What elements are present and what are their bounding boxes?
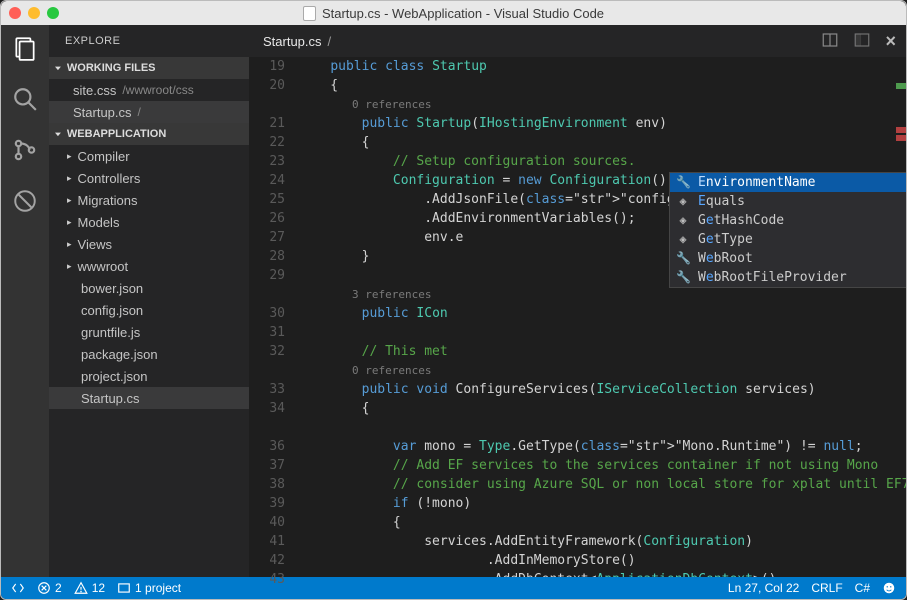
explorer-icon[interactable] bbox=[12, 35, 38, 64]
status-project[interactable]: 1 project bbox=[117, 581, 181, 595]
folder-item[interactable]: ▸Views bbox=[49, 233, 249, 255]
project-header[interactable]: ▼ WEBAPPLICATION bbox=[49, 123, 249, 145]
debug-icon[interactable] bbox=[12, 188, 38, 217]
split-editor-icon[interactable] bbox=[821, 31, 839, 52]
code-lines[interactable]: public class Startup { 0 references publ… bbox=[299, 57, 906, 577]
suggest-label: GetType bbox=[698, 230, 753, 249]
suggest-widget[interactable]: 🔧 EnvironmentName EnvironmentName ◈ Equa… bbox=[669, 172, 907, 288]
suggest-item[interactable]: 🔧 WebRootFileProvider bbox=[670, 268, 907, 287]
document-icon bbox=[303, 6, 316, 21]
suggest-label: WebRoot bbox=[698, 249, 753, 268]
file-item[interactable]: gruntfile.js bbox=[49, 321, 249, 343]
activity-bar bbox=[1, 25, 49, 577]
suggest-label: EnvironmentName bbox=[698, 173, 815, 192]
status-eol[interactable]: CRLF bbox=[811, 581, 842, 595]
suggest-label: GetHashCode bbox=[698, 211, 784, 230]
file-item[interactable]: Startup.cs bbox=[49, 387, 249, 409]
folder-item[interactable]: ▸wwwroot bbox=[49, 255, 249, 277]
suggest-item[interactable]: 🔧 EnvironmentName EnvironmentName bbox=[670, 173, 907, 192]
status-cursor[interactable]: Ln 27, Col 22 bbox=[728, 581, 799, 595]
status-language[interactable]: C# bbox=[855, 581, 870, 595]
editor-actions: × bbox=[821, 31, 896, 52]
tab-bar: Startup.cs / × bbox=[249, 25, 906, 57]
suggest-label: WebRootFileProvider bbox=[698, 268, 847, 287]
source-control-icon[interactable] bbox=[12, 137, 38, 166]
suggest-item[interactable]: ◈ GetType bbox=[670, 230, 907, 249]
minimap-marker bbox=[896, 135, 906, 141]
wrench-icon: 🔧 bbox=[676, 173, 690, 192]
zoom-window-icon[interactable] bbox=[47, 7, 59, 19]
status-bar: 2 12 1 project Ln 27, Col 22 CRLF C# bbox=[1, 577, 906, 599]
chevron-down-icon: ▼ bbox=[53, 131, 63, 138]
suggest-label: Equals bbox=[698, 192, 745, 211]
folder-item[interactable]: ▸Models bbox=[49, 211, 249, 233]
chevron-right-icon: ▸ bbox=[67, 261, 72, 272]
tab-startup[interactable]: Startup.cs / bbox=[249, 25, 331, 57]
file-item[interactable]: bower.json bbox=[49, 277, 249, 299]
line-gutter: 1920 212223242526272829 303132 3334 3637… bbox=[249, 57, 299, 577]
close-window-icon[interactable] bbox=[9, 7, 21, 19]
workbench: EXPLORE ▼ WORKING FILES site.css /wwwroo… bbox=[1, 25, 906, 577]
close-editor-icon[interactable]: × bbox=[885, 31, 896, 52]
suggest-item[interactable]: ◈ Equals bbox=[670, 192, 907, 211]
cube-icon: ◈ bbox=[676, 230, 690, 249]
chevron-right-icon: ▸ bbox=[67, 195, 72, 206]
editor: Startup.cs / × 1920 212223242526272829 3… bbox=[249, 25, 906, 577]
wrench-icon: 🔧 bbox=[676, 249, 690, 268]
working-file[interactable]: site.css /wwwroot/css bbox=[49, 79, 249, 101]
wrench-icon: 🔧 bbox=[676, 268, 690, 287]
file-item[interactable]: package.json bbox=[49, 343, 249, 365]
cube-icon: ◈ bbox=[676, 192, 690, 211]
minimize-window-icon[interactable] bbox=[28, 7, 40, 19]
window-title-text: Startup.cs - WebApplication - Visual Stu… bbox=[322, 6, 604, 21]
window: Startup.cs - WebApplication - Visual Stu… bbox=[0, 0, 907, 600]
suggest-item[interactable]: 🔧 WebRoot bbox=[670, 249, 907, 268]
file-item[interactable]: config.json bbox=[49, 299, 249, 321]
sidebar-title: EXPLORE bbox=[49, 25, 249, 57]
search-icon[interactable] bbox=[12, 86, 38, 115]
folder-item[interactable]: ▸Compiler bbox=[49, 145, 249, 167]
code-editor[interactable]: 1920 212223242526272829 303132 3334 3637… bbox=[249, 57, 906, 577]
minimap[interactable] bbox=[892, 57, 906, 577]
file-item[interactable]: project.json bbox=[49, 365, 249, 387]
working-files-header[interactable]: ▼ WORKING FILES bbox=[49, 57, 249, 79]
feedback-icon[interactable] bbox=[882, 581, 896, 595]
chevron-right-icon: ▸ bbox=[67, 173, 72, 184]
status-remote-icon[interactable] bbox=[11, 581, 25, 595]
chevron-down-icon: ▼ bbox=[53, 65, 63, 72]
minimap-marker bbox=[896, 127, 906, 133]
status-errors[interactable]: 2 bbox=[37, 581, 62, 595]
suggest-item[interactable]: ◈ GetHashCode bbox=[670, 211, 907, 230]
minimap-marker bbox=[896, 83, 906, 89]
sidebar: EXPLORE ▼ WORKING FILES site.css /wwwroo… bbox=[49, 25, 249, 577]
folder-item[interactable]: ▸Controllers bbox=[49, 167, 249, 189]
chevron-right-icon: ▸ bbox=[67, 217, 72, 228]
chevron-right-icon: ▸ bbox=[67, 239, 72, 250]
titlebar: Startup.cs - WebApplication - Visual Stu… bbox=[1, 1, 906, 25]
status-warnings[interactable]: 12 bbox=[74, 581, 105, 595]
window-title: Startup.cs - WebApplication - Visual Stu… bbox=[303, 6, 604, 21]
cube-icon: ◈ bbox=[676, 211, 690, 230]
folder-item[interactable]: ▸Migrations bbox=[49, 189, 249, 211]
toggle-panel-icon[interactable] bbox=[853, 31, 871, 52]
window-controls bbox=[9, 7, 59, 19]
working-file[interactable]: Startup.cs / bbox=[49, 101, 249, 123]
chevron-right-icon: ▸ bbox=[67, 151, 72, 162]
